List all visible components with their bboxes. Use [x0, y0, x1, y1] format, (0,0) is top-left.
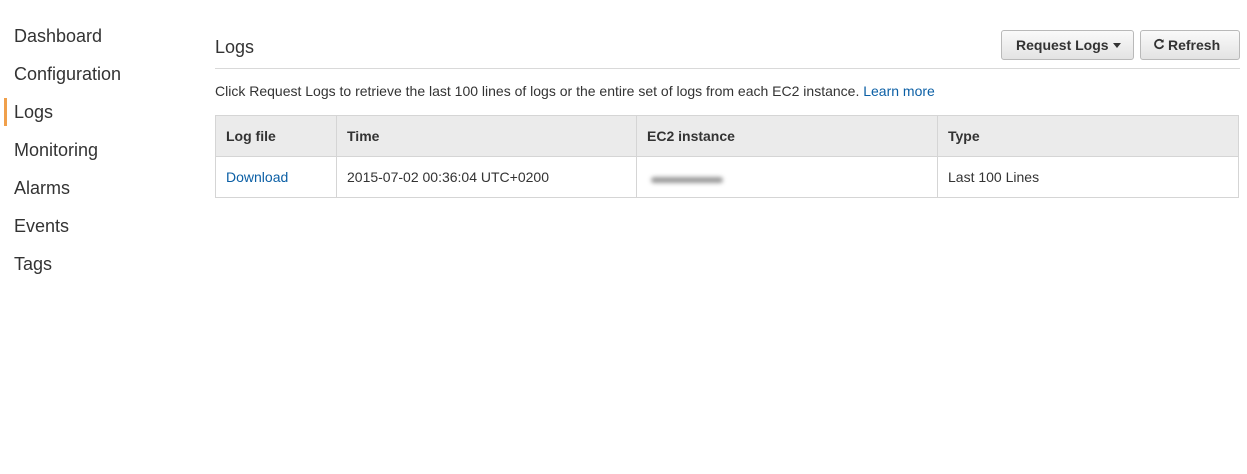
logs-table: Log file Time EC2 instance Type Download…	[215, 115, 1239, 198]
sidebar-item-configuration[interactable]: Configuration	[0, 55, 180, 93]
refresh-icon	[1153, 31, 1165, 59]
log-file-cell: Download	[215, 156, 337, 198]
request-logs-label: Request Logs	[1016, 37, 1109, 53]
type-cell: Last 100 Lines	[937, 156, 1239, 198]
main-content: Logs Request Logs Refresh Click Request …	[215, 28, 1240, 198]
page-title: Logs	[215, 37, 255, 57]
table-row: Download 2015-07-02 00:36:04 UTC+0200 La…	[215, 156, 1239, 198]
info-text: Click Request Logs to retrieve the last …	[215, 83, 860, 99]
info-text-row: Click Request Logs to retrieve the last …	[215, 83, 1240, 99]
page-header: Logs Request Logs Refresh	[215, 28, 1240, 69]
sidebar-item-logs[interactable]: Logs	[0, 93, 180, 131]
caret-down-icon	[1112, 42, 1121, 48]
ec2-instance-cell	[636, 156, 938, 198]
column-header-type: Type	[937, 115, 1239, 157]
sidebar-item-tags[interactable]: Tags	[0, 245, 180, 283]
request-logs-button[interactable]: Request Logs	[1001, 30, 1134, 60]
table-header-row: Log file Time EC2 instance Type	[215, 115, 1239, 157]
refresh-label: Refresh	[1168, 37, 1221, 53]
sidebar-item-dashboard[interactable]: Dashboard	[0, 17, 180, 55]
sidebar-item-alarms[interactable]: Alarms	[0, 169, 180, 207]
column-header-time: Time	[336, 115, 637, 157]
column-header-log-file: Log file	[215, 115, 337, 157]
download-link[interactable]: Download	[226, 169, 288, 185]
time-cell: 2015-07-02 00:36:04 UTC+0200	[336, 156, 637, 198]
learn-more-link[interactable]: Learn more	[863, 83, 935, 99]
sidebar-item-monitoring[interactable]: Monitoring	[0, 131, 180, 169]
redacted-instance-id	[651, 177, 723, 184]
refresh-button[interactable]: Refresh	[1140, 30, 1240, 60]
sidebar-nav: Dashboard Configuration Logs Monitoring …	[0, 17, 180, 283]
sidebar-item-events[interactable]: Events	[0, 207, 180, 245]
column-header-ec2-instance: EC2 instance	[636, 115, 938, 157]
